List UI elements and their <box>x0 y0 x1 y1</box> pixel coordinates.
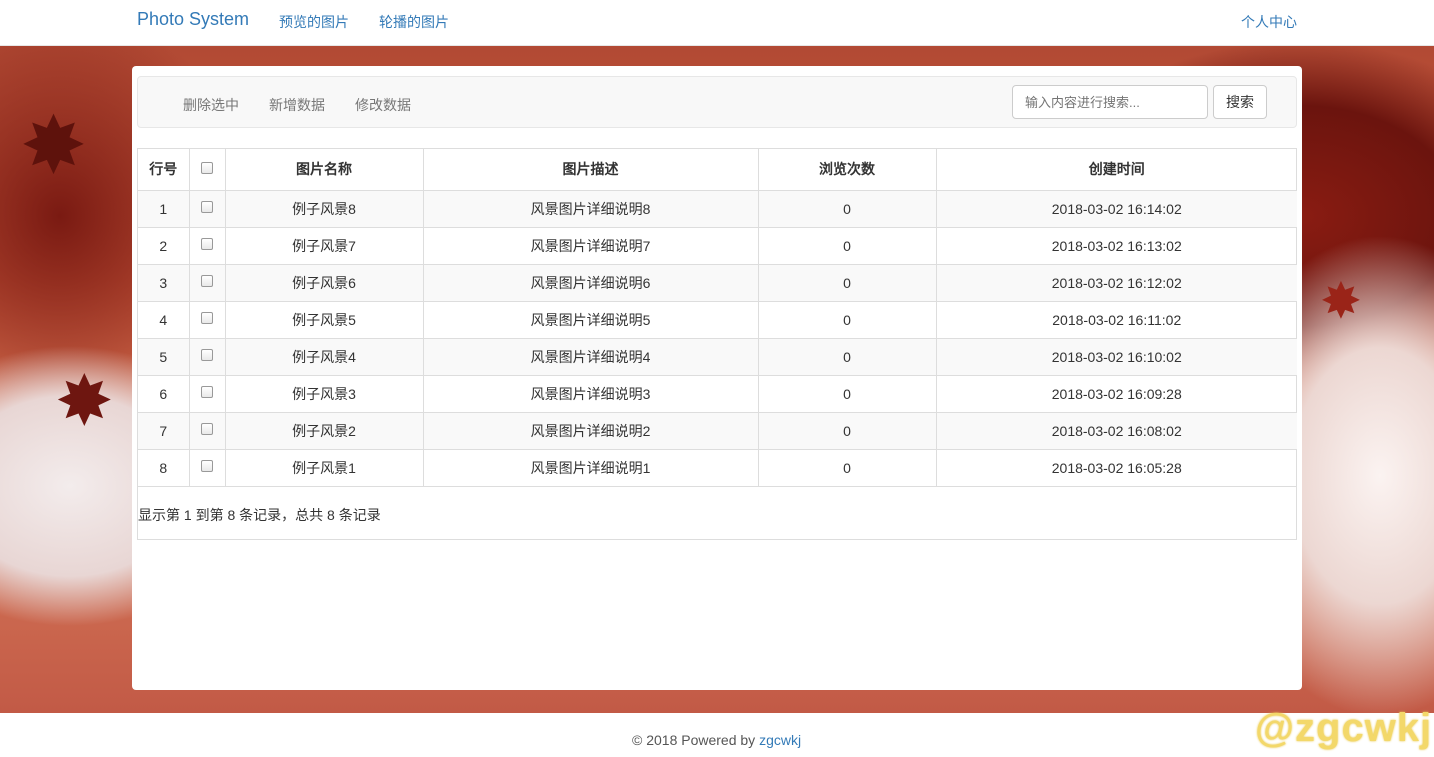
cell-name: 例子风景8 <box>224 189 424 228</box>
cell-views: 0 <box>757 226 937 265</box>
row-checkbox[interactable] <box>201 200 213 213</box>
cell-row-number: 5 <box>138 337 190 376</box>
cell-views: 0 <box>757 263 937 302</box>
cell-row-number: 2 <box>138 226 190 265</box>
action-toolbar: 删除选中 新增数据 修改数据 搜索 <box>137 76 1297 128</box>
cell-select <box>188 300 226 339</box>
cell-created-time: 2018-03-02 16:14:02 <box>935 189 1297 228</box>
footer-text: © 2018 Powered by zgcwkj <box>632 732 801 748</box>
cell-select <box>188 411 226 450</box>
cell-description: 风景图片详细说明3 <box>422 374 759 413</box>
cell-name: 例子风景6 <box>224 263 424 302</box>
edit-data-button[interactable]: 修改数据 <box>355 95 411 115</box>
cell-description: 风景图片详细说明8 <box>422 189 759 228</box>
row-checkbox[interactable] <box>201 311 213 324</box>
cell-description: 风景图片详细说明4 <box>422 337 759 376</box>
table-row[interactable]: 7 例子风景2 风景图片详细说明2 0 2018-03-02 16:08:02 <box>138 411 1297 450</box>
table-row[interactable]: 1 例子风景8 风景图片详细说明8 0 2018-03-02 16:14:02 <box>138 189 1297 228</box>
column-header-select-all[interactable] <box>188 149 226 191</box>
cell-row-number: 8 <box>138 448 190 487</box>
cell-select <box>188 374 226 413</box>
column-header-views[interactable]: 浏览次数 <box>757 149 937 191</box>
row-checkbox[interactable] <box>201 422 213 435</box>
cell-name: 例子风景7 <box>224 226 424 265</box>
cell-select <box>188 263 226 302</box>
cell-views: 0 <box>757 411 937 450</box>
table-row[interactable]: 3 例子风景6 风景图片详细说明6 0 2018-03-02 16:12:02 <box>138 263 1297 302</box>
row-checkbox[interactable] <box>201 459 213 472</box>
cell-created-time: 2018-03-02 16:10:02 <box>935 337 1297 376</box>
table-row[interactable]: 6 例子风景3 风景图片详细说明3 0 2018-03-02 16:09:28 <box>138 374 1297 413</box>
footer-author-link[interactable]: zgcwkj <box>759 732 801 748</box>
cell-description: 风景图片详细说明2 <box>422 411 759 450</box>
brand-link[interactable]: Photo System <box>137 9 249 30</box>
cell-select <box>188 337 226 376</box>
cell-name: 例子风景5 <box>224 300 424 339</box>
row-checkbox[interactable] <box>201 348 213 361</box>
cell-name: 例子风景3 <box>224 374 424 413</box>
cell-name: 例子风景1 <box>224 448 424 487</box>
watermark: @zgcwkj <box>1255 706 1433 750</box>
column-header-name[interactable]: 图片名称 <box>224 149 424 191</box>
nav-link-user-center[interactable]: 个人中心 <box>1241 12 1297 32</box>
footer: © 2018 Powered by zgcwkj <box>0 713 1434 757</box>
top-navbar: Photo System 预览的图片 轮播的图片 个人中心 <box>0 0 1434 46</box>
nav-link-carousel-photos[interactable]: 轮播的图片 <box>379 12 449 32</box>
cell-row-number: 3 <box>138 263 190 302</box>
cell-row-number: 4 <box>138 300 190 339</box>
delete-selected-button[interactable]: 删除选中 <box>183 95 239 115</box>
row-checkbox[interactable] <box>201 237 213 250</box>
photo-table-container: 行号 图片名称 图片描述 浏览次数 创建时间 1 例子风景8 风景图片详细说明8 0 2… <box>137 148 1297 540</box>
table-row[interactable]: 5 例子风景4 风景图片详细说明4 0 2018-03-02 16:10:02 <box>138 337 1297 376</box>
table-row[interactable]: 4 例子风景5 风景图片详细说明5 0 2018-03-02 16:11:02 <box>138 300 1297 339</box>
photo-table: 行号 图片名称 图片描述 浏览次数 创建时间 1 例子风景8 风景图片详细说明8 0 2… <box>138 149 1297 487</box>
cell-views: 0 <box>757 189 937 228</box>
pagination-info: 显示第 1 到第 8 条记录，总共 8 条记录 <box>138 507 381 523</box>
cell-views: 0 <box>757 448 937 487</box>
cell-select <box>188 226 226 265</box>
row-checkbox[interactable] <box>201 274 213 287</box>
column-header-row-number[interactable]: 行号 <box>138 149 190 191</box>
cell-created-time: 2018-03-02 16:09:28 <box>935 374 1297 413</box>
cell-row-number: 7 <box>138 411 190 450</box>
table-row[interactable]: 2 例子风景7 风景图片详细说明7 0 2018-03-02 16:13:02 <box>138 226 1297 265</box>
maple-leaf-decoration: ✸ <box>20 101 88 190</box>
footer-copyright: © 2018 Powered by <box>632 732 760 748</box>
column-header-created-time[interactable]: 创建时间 <box>935 149 1297 191</box>
search-button[interactable]: 搜索 <box>1213 85 1267 119</box>
add-data-button[interactable]: 新增数据 <box>269 95 325 115</box>
cell-created-time: 2018-03-02 16:13:02 <box>935 226 1297 265</box>
maple-leaf-decoration: ✸ <box>1320 273 1362 329</box>
cell-description: 风景图片详细说明5 <box>422 300 759 339</box>
cell-description: 风景图片详细说明1 <box>422 448 759 487</box>
cell-views: 0 <box>757 300 937 339</box>
cell-name: 例子风景2 <box>224 411 424 450</box>
row-checkbox[interactable] <box>201 385 213 398</box>
maple-leaf-decoration: ✸ <box>55 362 114 440</box>
cell-select <box>188 448 226 487</box>
cell-description: 风景图片详细说明7 <box>422 226 759 265</box>
cell-created-time: 2018-03-02 16:12:02 <box>935 263 1297 302</box>
column-header-description[interactable]: 图片描述 <box>422 149 759 191</box>
nav-link-preview-photos[interactable]: 预览的图片 <box>279 12 349 32</box>
table-header-row: 行号 图片名称 图片描述 浏览次数 创建时间 <box>138 149 1297 191</box>
cell-row-number: 1 <box>138 189 190 228</box>
cell-created-time: 2018-03-02 16:11:02 <box>935 300 1297 339</box>
cell-created-time: 2018-03-02 16:08:02 <box>935 411 1297 450</box>
cell-views: 0 <box>757 374 937 413</box>
cell-created-time: 2018-03-02 16:05:28 <box>935 448 1297 487</box>
cell-description: 风景图片详细说明6 <box>422 263 759 302</box>
cell-name: 例子风景4 <box>224 337 424 376</box>
select-all-checkbox[interactable] <box>201 161 213 174</box>
table-row[interactable]: 8 例子风景1 风景图片详细说明1 0 2018-03-02 16:05:28 <box>138 448 1297 487</box>
cell-select <box>188 189 226 228</box>
cell-views: 0 <box>757 337 937 376</box>
search-input[interactable] <box>1012 85 1208 119</box>
cell-row-number: 6 <box>138 374 190 413</box>
